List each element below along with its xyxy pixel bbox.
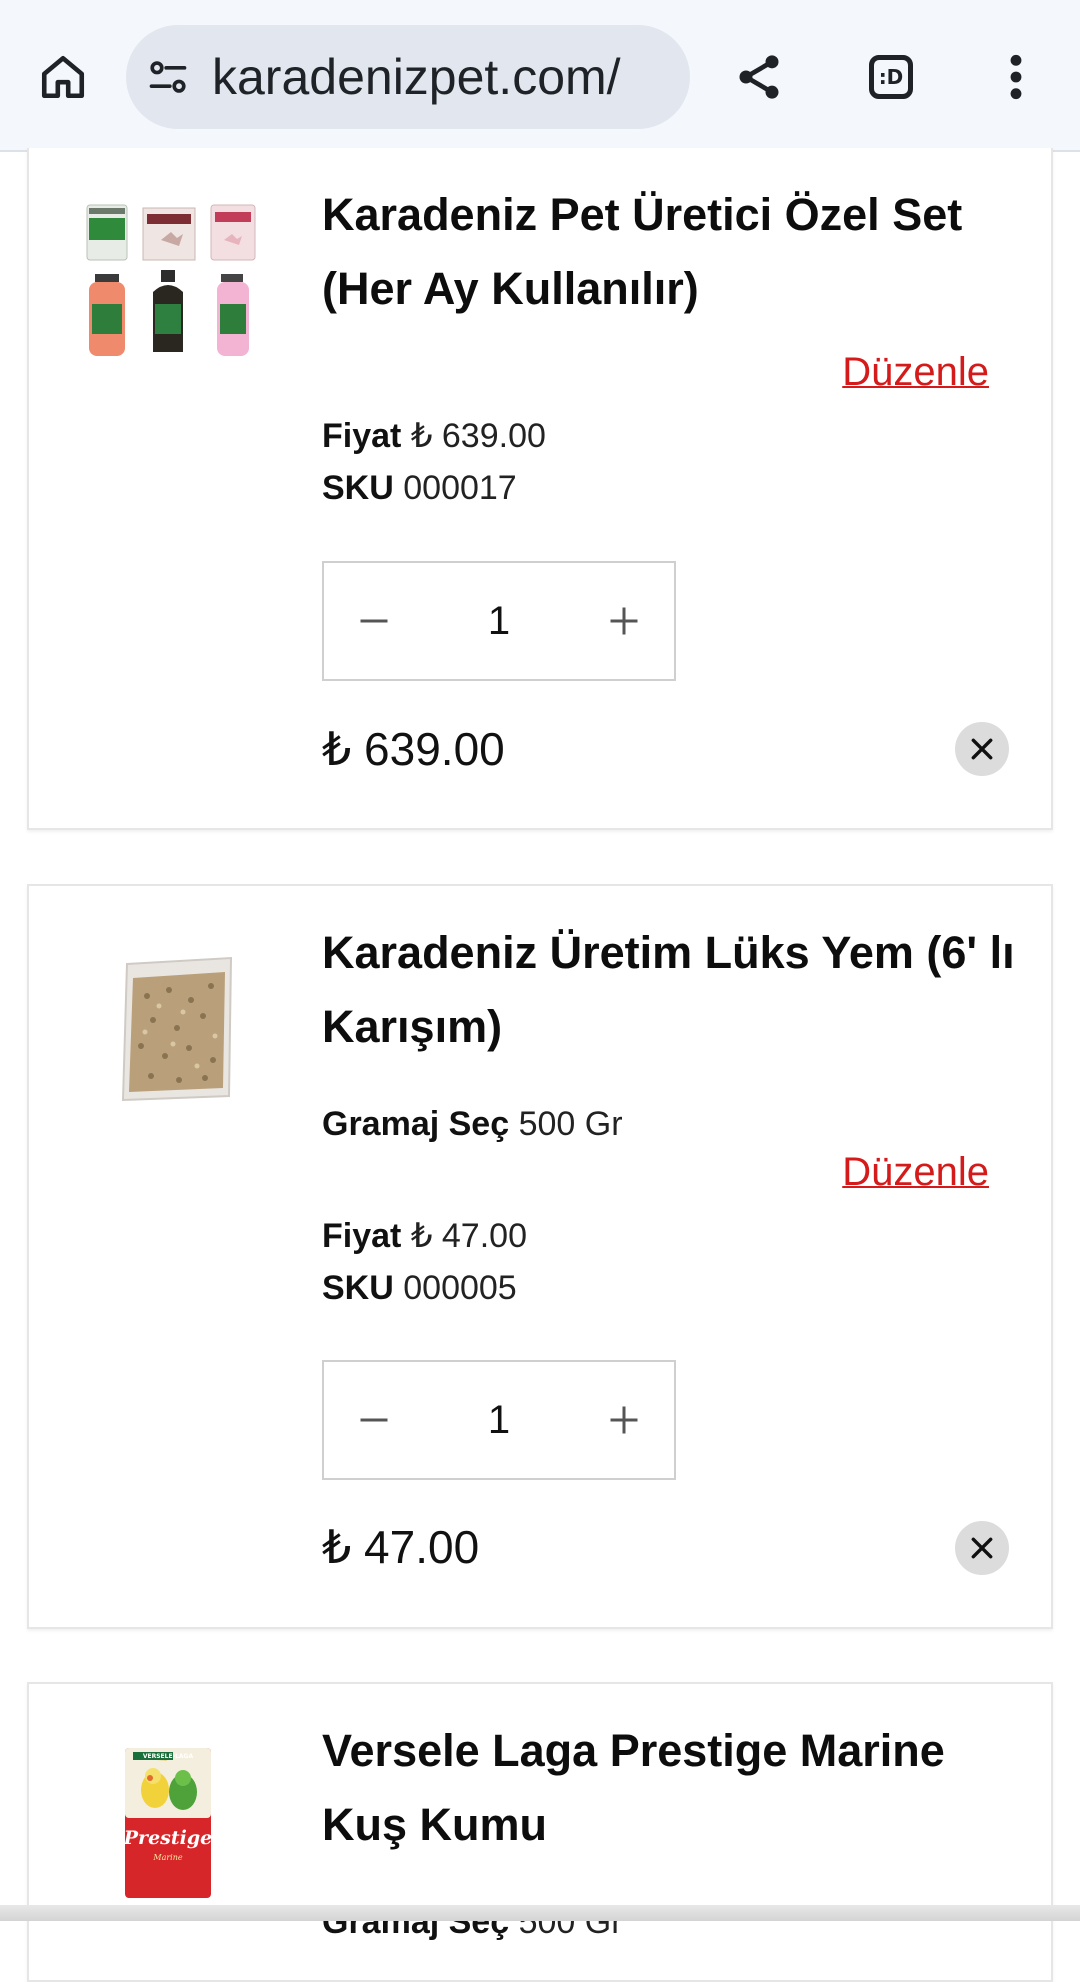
product-title-line[interactable]: Karadeniz Pet Üretici Özel Set xyxy=(322,178,1021,252)
package-brand-text: VERSELE-LAGA xyxy=(143,1753,194,1760)
package-name-text: Prestige xyxy=(123,1827,212,1849)
price-label: Fiyat xyxy=(322,417,402,455)
tab-switcher-button[interactable]: :D xyxy=(858,44,924,110)
url-text[interactable]: karadenizpet.com/ xyxy=(212,25,621,129)
line-total: ₺ 639.00 xyxy=(322,723,505,775)
cart-item: VERSELE-LAGA Prestige Marine Versele Lag… xyxy=(27,1682,1053,1982)
product-title[interactable]: Karadeniz Pet Üretici Özel Set (Her Ay K… xyxy=(322,178,1021,326)
product-title-line[interactable]: Kuş Kumu xyxy=(322,1788,1021,1862)
increase-quantity-button[interactable] xyxy=(574,1362,674,1478)
package-sub-text: Marine xyxy=(152,1853,182,1862)
home-button[interactable] xyxy=(30,44,96,110)
sku-label: SKU xyxy=(322,1269,394,1307)
product-title-line[interactable]: Versele Laga Prestige Marine xyxy=(322,1714,1021,1788)
edit-link[interactable]: Düzenle xyxy=(842,350,989,395)
option-label: Gramaj Seç xyxy=(322,1105,510,1143)
price-row: Fiyat ₺ 47.00 xyxy=(322,1210,527,1262)
site-settings-icon[interactable] xyxy=(146,55,190,99)
price-label: Fiyat xyxy=(322,1217,402,1255)
price-value: ₺ 639.00 xyxy=(410,417,546,455)
sku-value: 000005 xyxy=(403,1269,517,1307)
product-image[interactable] xyxy=(81,200,271,362)
product-image[interactable]: VERSELE-LAGA Prestige Marine xyxy=(123,1746,213,1900)
remove-item-button[interactable] xyxy=(955,722,1009,776)
product-title[interactable]: Karadeniz Üretim Lüks Yem (6' lı Karışım… xyxy=(322,916,1021,1064)
quantity-stepper[interactable]: 1 xyxy=(322,561,676,681)
more-vert-icon xyxy=(1010,54,1022,100)
decrease-quantity-button[interactable] xyxy=(324,1362,424,1478)
product-image[interactable] xyxy=(117,956,241,1104)
minus-icon xyxy=(360,1418,388,1422)
navigation-bar-edge xyxy=(0,1905,1080,1921)
quantity-stepper[interactable]: 1 xyxy=(322,1360,676,1480)
increase-quantity-button[interactable] xyxy=(574,563,674,679)
edit-link[interactable]: Düzenle xyxy=(842,1150,989,1195)
close-icon xyxy=(971,1537,993,1559)
tab-switcher-label: :D xyxy=(878,65,904,89)
sku-row: SKU 000005 xyxy=(322,1262,517,1314)
cart-item: Karadeniz Üretim Lüks Yem (6' lı Karışım… xyxy=(27,884,1053,1629)
option-row: Gramaj Seç 500 Gr xyxy=(322,1896,623,1948)
quantity-input[interactable]: 1 xyxy=(424,1362,574,1478)
share-button[interactable] xyxy=(726,44,792,110)
option-value: 500 Gr xyxy=(518,1105,623,1143)
product-title-line[interactable]: Karadeniz Üretim Lüks Yem (6' lı xyxy=(322,916,1021,990)
minus-icon xyxy=(360,619,388,623)
plus-icon xyxy=(610,607,638,635)
price-value: ₺ 47.00 xyxy=(410,1217,527,1255)
quantity-input[interactable]: 1 xyxy=(424,563,574,679)
remove-item-button[interactable] xyxy=(955,1521,1009,1575)
more-menu-button[interactable] xyxy=(986,44,1046,110)
tab-switcher-icon: :D xyxy=(869,55,913,99)
sku-label: SKU xyxy=(322,469,394,507)
product-title[interactable]: Versele Laga Prestige Marine Kuş Kumu xyxy=(322,1714,1021,1862)
cart-item: Karadeniz Pet Üretici Özel Set (Her Ay K… xyxy=(27,148,1053,830)
line-total: ₺ 47.00 xyxy=(322,1521,480,1573)
browser-toolbar: karadenizpet.com/ :D xyxy=(0,0,1080,152)
plus-icon xyxy=(610,1406,638,1434)
sku-row: SKU 000017 xyxy=(322,462,517,514)
decrease-quantity-button[interactable] xyxy=(324,563,424,679)
address-bar[interactable]: karadenizpet.com/ xyxy=(126,25,690,129)
product-title-line[interactable]: Karışım) xyxy=(322,990,1021,1064)
option-row: Gramaj Seç 500 Gr xyxy=(322,1098,623,1150)
close-icon xyxy=(971,738,993,760)
price-row: Fiyat ₺ 639.00 xyxy=(322,410,546,462)
home-icon xyxy=(41,55,85,99)
share-icon xyxy=(739,55,779,99)
sku-value: 000017 xyxy=(403,469,517,507)
product-title-line[interactable]: (Her Ay Kullanılır) xyxy=(322,252,1021,326)
